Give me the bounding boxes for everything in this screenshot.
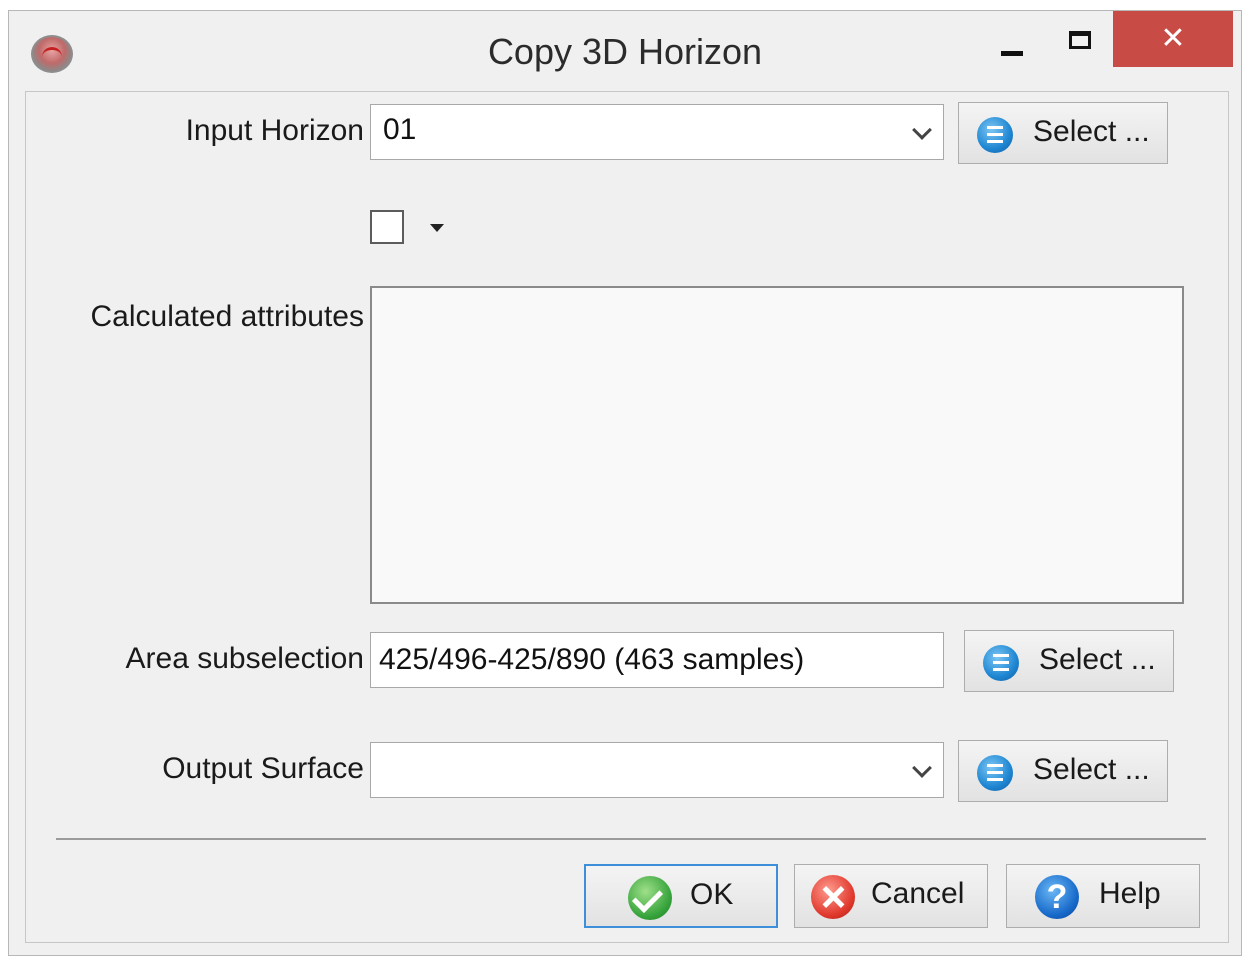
ok-button[interactable]: OK <box>584 864 778 928</box>
caret-down-icon[interactable] <box>430 224 444 232</box>
list-icon <box>977 755 1013 791</box>
select-button-label: Select ... <box>1033 753 1150 786</box>
calculated-attributes-label: Calculated attributes <box>90 300 365 333</box>
help-icon: ? <box>1035 875 1079 919</box>
input-horizon-combo[interactable]: 01 <box>370 104 944 160</box>
input-horizon-value: 01 <box>383 113 417 146</box>
input-horizon-label: Input Horizon <box>185 114 364 147</box>
help-button[interactable]: ? Help <box>1006 864 1200 928</box>
list-icon <box>977 117 1013 153</box>
help-button-label: Help <box>1099 877 1161 910</box>
input-horizon-select-button[interactable]: Select ... <box>958 102 1168 164</box>
area-subselection-value: 425/496-425/890 (463 samples) <box>379 643 805 676</box>
area-subselection-select-button[interactable]: Select ... <box>964 630 1174 692</box>
chevron-down-icon <box>912 120 932 140</box>
separator <box>56 838 1206 840</box>
dialog-content: Input Horizon 01 Select ... Calculated a… <box>25 91 1229 943</box>
dialog-window: Copy 3D Horizon ✕ Input Horizon 01 Selec… <box>8 10 1242 956</box>
attributes-checkbox[interactable] <box>370 210 404 244</box>
area-subselection-label: Area subselection <box>125 642 364 675</box>
output-surface-label: Output Surface <box>162 752 364 785</box>
output-surface-select-button[interactable]: Select ... <box>958 740 1168 802</box>
select-button-label: Select ... <box>1039 643 1156 676</box>
area-subselection-field[interactable]: 425/496-425/890 (463 samples) <box>370 632 944 688</box>
select-button-label: Select ... <box>1033 115 1150 148</box>
output-surface-combo[interactable] <box>370 742 944 798</box>
cancel-button[interactable]: Cancel <box>794 864 988 928</box>
title-bar[interactable]: Copy 3D Horizon ✕ <box>9 11 1241 95</box>
chevron-down-icon <box>912 758 932 778</box>
list-icon <box>983 645 1019 681</box>
minimize-button[interactable] <box>989 11 1045 67</box>
maximize-button[interactable] <box>1049 11 1109 67</box>
close-button[interactable]: ✕ <box>1113 11 1233 67</box>
cancel-button-label: Cancel <box>871 877 965 910</box>
calculated-attributes-list[interactable] <box>370 286 1184 604</box>
ok-button-label: OK <box>690 878 734 911</box>
cancel-icon <box>811 875 855 919</box>
check-icon <box>628 876 672 920</box>
